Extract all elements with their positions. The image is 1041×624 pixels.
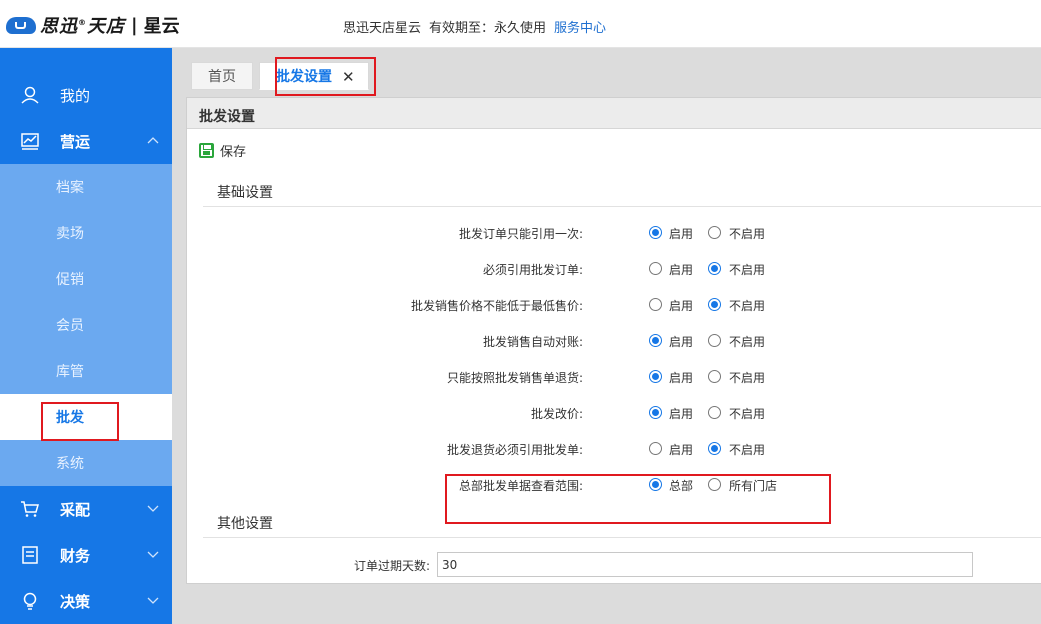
radio-option-2[interactable] [708,226,721,239]
sidebar-subitem-promotion[interactable]: 促销 [0,256,172,302]
chart-icon [21,133,39,150]
radio-option-1-label: 启用 [669,263,694,277]
sidebar-item-finance[interactable]: 财务 [0,532,172,578]
divider [203,537,1041,538]
radio-option-1[interactable] [649,262,662,275]
radio-option-1[interactable] [649,406,662,419]
radio-option-2-label: 不启用 [729,263,766,277]
sidebar-subitem-store[interactable]: 卖场 [0,210,172,256]
user-icon [21,86,39,104]
top-info: 思迅天店星云 有效期至：永久使用 服务中心 [343,17,606,36]
sidebar-subitem-system[interactable]: 系统 [0,440,172,486]
sidebar-item-operations[interactable]: 营运 [0,118,172,164]
radio-option-1-label: 启用 [669,407,694,421]
radio-option-2-label: 不启用 [729,299,766,313]
logo-subtitle: 星云 [143,16,180,37]
save-label: 保存 [220,145,247,160]
radio-option-2-label: 不启用 [729,407,766,421]
radio-option-1-label: 启用 [669,443,694,457]
sidebar-item-label: 营运 [60,132,91,151]
chevron-down-icon [147,505,159,512]
panel-title: 批发设置 [199,109,255,125]
radio-option-1[interactable] [649,442,662,455]
chevron-down-icon [147,597,159,604]
highlight-box-range [445,474,831,524]
radio-option-2[interactable] [708,442,721,455]
order-expiry-label: 订单过期天数: [353,559,430,573]
radio-option-1-label: 启用 [669,299,694,313]
section-basic-title: 基础设置 [217,185,273,201]
validity-value: 永久使用 [494,21,547,36]
product-name: 思迅天店星云 [343,21,422,36]
section-other-title: 其他设置 [217,516,273,532]
highlight-box-tab [275,57,376,96]
setting-label: 必须引用批发订单: [482,263,583,277]
radio-option-2[interactable] [708,298,721,311]
radio-option-2-label: 不启用 [729,443,766,457]
chevron-down-icon [147,551,159,558]
sidebar-subitem-member[interactable]: 会员 [0,302,172,348]
top-bar: 思迅®天店 | 星云 思迅天店星云 有效期至：永久使用 服务中心 [0,0,1041,48]
tab-home[interactable]: 首页 [191,62,253,90]
sidebar: 我的 营运 档案 卖场 促销 会员 库管 批发 系统 采配 财务 决策 [0,48,172,624]
bulb-icon [23,592,37,610]
setting-label: 批发改价: [530,407,583,421]
setting-label: 只能按照批发销售单退货: [446,371,583,385]
setting-label: 批发销售价格不能低于最低售价: [410,299,583,313]
radio-option-1-label: 启用 [669,335,694,349]
setting-label: 批发销售自动对账: [482,335,583,349]
radio-option-2-label: 不启用 [729,371,766,385]
radio-option-2[interactable] [708,334,721,347]
logo: 思迅®天店 | 星云 [6,12,180,38]
finance-icon [22,546,38,564]
setting-label: 批发退货必须引用批发单: [446,443,583,457]
highlight-box-sidebar [41,402,119,441]
radio-option-2[interactable] [708,370,721,383]
sidebar-item-label: 采配 [60,500,91,519]
radio-option-2-label: 不启用 [729,227,766,241]
radio-option-2[interactable] [708,262,721,275]
radio-option-1-label: 启用 [669,227,694,241]
radio-option-2[interactable] [708,406,721,419]
sidebar-item-purchase[interactable]: 采配 [0,486,172,532]
logo-cloud-icon [6,14,36,36]
logo-separator: | [131,14,138,36]
sidebar-item-label: 财务 [60,546,91,565]
divider [203,206,1041,207]
chevron-up-icon [147,137,159,144]
panel-header: 批发设置 [187,98,1041,129]
service-center-link[interactable]: 服务中心 [554,21,606,36]
save-icon [199,143,214,158]
sidebar-item-label: 我的 [60,86,91,105]
radio-option-1[interactable] [649,334,662,347]
radio-option-1-label: 启用 [669,371,694,385]
save-button[interactable]: 保存 [199,141,246,160]
radio-option-1[interactable] [649,298,662,311]
tab-label: 首页 [208,69,236,85]
sidebar-subitem-archive[interactable]: 档案 [0,164,172,210]
sidebar-item-mine[interactable]: 我的 [0,72,172,118]
order-expiry-input[interactable]: 30 [437,552,973,577]
setting-label: 批发订单只能引用一次: [458,227,583,241]
sidebar-subitem-inventory[interactable]: 库管 [0,348,172,394]
sidebar-item-decision[interactable]: 决策 [0,578,172,624]
radio-option-2-label: 不启用 [729,335,766,349]
validity-label: 有效期至： [429,21,495,36]
cart-icon [21,501,39,517]
logo-text: 思迅®天店 [40,16,125,37]
radio-option-1[interactable] [649,226,662,239]
sidebar-item-label: 决策 [60,592,91,611]
radio-option-1[interactable] [649,370,662,383]
